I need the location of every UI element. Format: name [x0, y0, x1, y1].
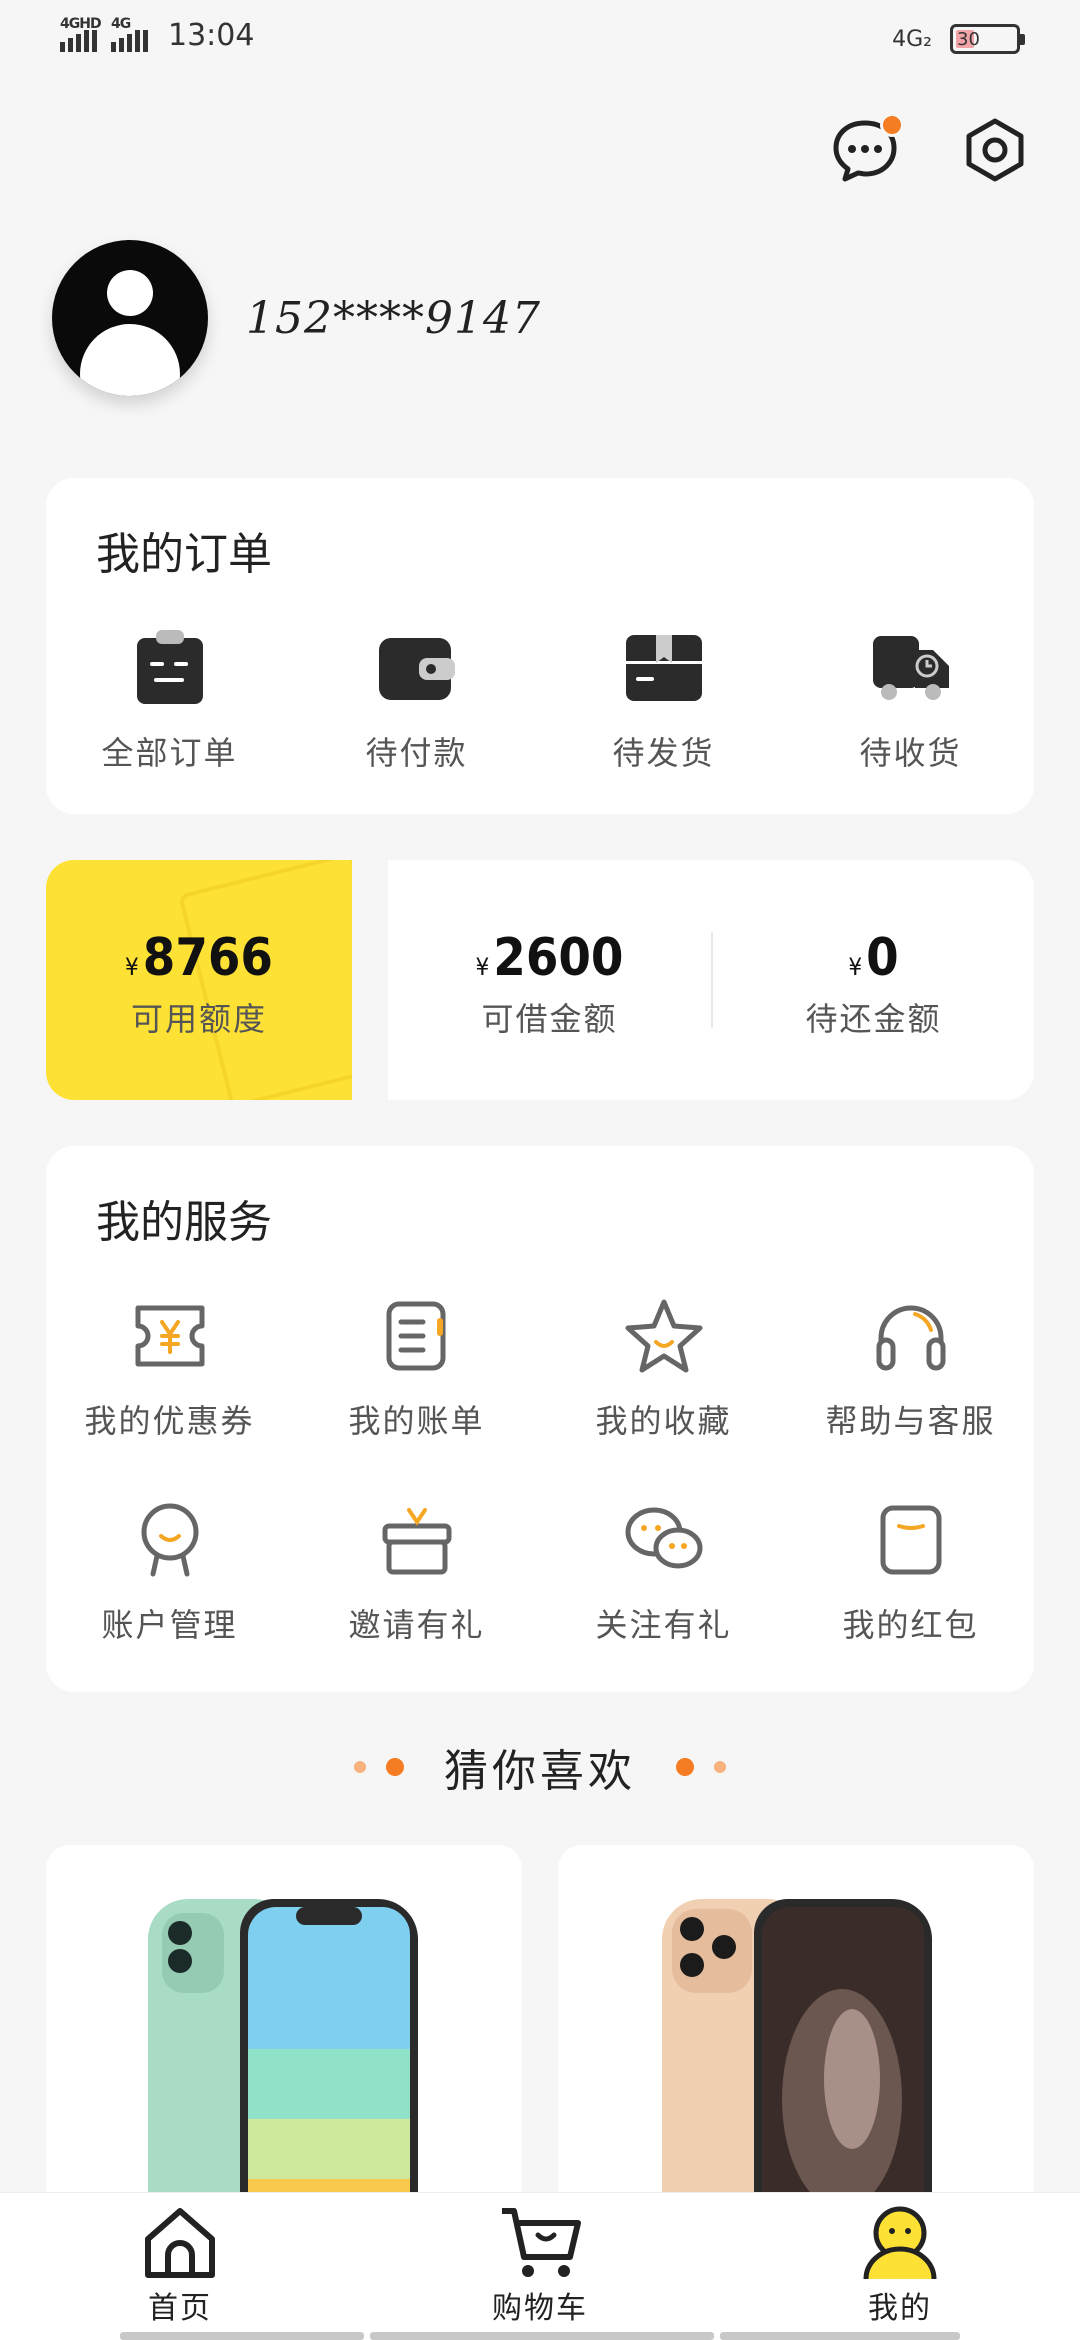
recommend-title: 猜你喜欢 [444, 1746, 636, 1797]
red-packet-icon [880, 1505, 941, 1575]
decor-dot [354, 1761, 366, 1773]
coupon-icon [135, 1305, 204, 1367]
product-card[interactable] [46, 1845, 522, 2245]
orders-card: 我的订单 全部订单 待付款 待发货 待收货 [46, 478, 1034, 814]
order-to-ship[interactable]: 待发货 [540, 626, 787, 774]
tab-profile-label: 我的 [868, 2291, 932, 2326]
signal-icon: 4GHD [60, 16, 102, 52]
gift-icon [382, 1508, 451, 1575]
message-badge [880, 113, 904, 137]
tab-cart-label: 购物车 [492, 2291, 588, 2326]
order-to-receive[interactable]: 待收货 [787, 626, 1034, 774]
signal-icon-2: 4G [111, 16, 148, 52]
available-credit-number: 8766 [142, 928, 273, 988]
service-coupons[interactable]: 我的优惠券 [46, 1294, 293, 1442]
network-label-2: 4G [111, 15, 131, 32]
to-repay-value: ¥0 [848, 928, 898, 988]
wechat-icon [625, 1507, 702, 1569]
tab-home[interactable]: 首页 [90, 2205, 270, 2327]
home-icon [145, 2208, 215, 2278]
status-bar: 4GHD 4G 13:04 4G₂ 30 [0, 0, 1080, 80]
service-bills-label: 我的账单 [348, 1402, 485, 1440]
service-red-packet[interactable]: 我的红包 [787, 1498, 1034, 1646]
to-repay-label: 待还金额 [805, 1000, 942, 1038]
service-account-label: 账户管理 [101, 1606, 238, 1644]
service-coupons-label: 我的优惠券 [84, 1402, 255, 1440]
to-repay-amount[interactable]: ¥0 待还金额 [713, 928, 1034, 1040]
currency-symbol: ¥ [848, 953, 863, 981]
order-to-receive-label: 待收货 [859, 734, 962, 772]
cart-icon [502, 2208, 581, 2277]
avatar[interactable] [52, 240, 208, 396]
service-invite-label: 邀请有礼 [348, 1606, 485, 1644]
recommend-header: 猜你喜欢 [0, 1735, 1080, 1799]
service-help-label: 帮助与客服 [825, 1402, 996, 1440]
service-red-packet-label: 我的红包 [842, 1606, 979, 1644]
service-account[interactable]: 账户管理 [46, 1498, 293, 1646]
borrowable-value: ¥2600 [476, 928, 624, 988]
settings-button[interactable] [960, 115, 1030, 185]
loan-summary-card: ¥2600 可借金额 ¥0 待还金额 [388, 860, 1034, 1100]
services-title: 我的服务 [96, 1197, 272, 1248]
service-favorites[interactable]: 我的收藏 [540, 1294, 787, 1442]
hexagon-settings-icon [966, 118, 1024, 182]
user-phone: 152****9147 [246, 292, 541, 344]
battery-icon: 30 [950, 24, 1025, 54]
truck-icon [872, 636, 949, 700]
decor-dot [386, 1758, 404, 1776]
tab-home-label: 首页 [148, 2291, 212, 2326]
currency-symbol: ¥ [475, 953, 490, 981]
headset-icon [876, 1305, 945, 1371]
bill-icon [386, 1301, 445, 1371]
to-repay-number: 0 [866, 928, 899, 988]
available-credit-label: 可用额度 [130, 1000, 267, 1038]
available-credit-value: ¥8766 [125, 928, 273, 988]
profile-header[interactable]: 152****9147 [52, 240, 541, 396]
service-follow-label: 关注有礼 [595, 1606, 732, 1644]
network-label-right: 4G₂ [892, 26, 932, 52]
product-card[interactable] [558, 1845, 1034, 2245]
orders-title: 我的订单 [96, 529, 272, 580]
service-follow[interactable]: 关注有礼 [540, 1498, 787, 1646]
borrowable-amount[interactable]: ¥2600 可借金额 [388, 928, 711, 1040]
service-bills[interactable]: 我的账单 [293, 1294, 540, 1442]
services-card: 我的服务 我的优惠券 我的账单 我的收藏 帮助与客服 账户管理 邀请有礼 关注有… [46, 1146, 1034, 1692]
tab-cart[interactable]: 购物车 [450, 2205, 630, 2327]
message-button[interactable] [830, 113, 904, 185]
clock: 13:04 [168, 18, 255, 53]
battery-level: 30 [957, 28, 980, 50]
service-favorites-label: 我的收藏 [595, 1402, 732, 1440]
bottom-tab-bar: 首页 购物车 我的 [0, 2192, 1080, 2340]
order-to-ship-label: 待发货 [612, 734, 715, 772]
decor-dot [676, 1758, 694, 1776]
decor-dot [714, 1761, 726, 1773]
order-all-label: 全部订单 [101, 734, 238, 772]
service-help[interactable]: 帮助与客服 [787, 1294, 1034, 1442]
account-icon [141, 1503, 198, 1577]
profile-icon [863, 2206, 937, 2280]
clipboard-icon [136, 630, 203, 704]
order-all[interactable]: 全部订单 [46, 626, 293, 774]
tab-profile[interactable]: 我的 [810, 2205, 990, 2327]
box-icon [625, 635, 702, 701]
currency-symbol: ¥ [125, 953, 139, 981]
wallet-icon [378, 638, 455, 700]
order-unpaid[interactable]: 待付款 [293, 626, 540, 774]
system-nav-indicator [0, 2332, 1080, 2340]
borrowable-label: 可借金额 [481, 1000, 618, 1038]
order-unpaid-label: 待付款 [365, 734, 468, 772]
service-invite[interactable]: 邀请有礼 [293, 1498, 540, 1646]
available-credit-card[interactable]: ¥8766 可用额度 [46, 860, 352, 1100]
star-icon [625, 1299, 702, 1373]
network-label-1: 4GHD [60, 15, 102, 32]
borrowable-number: 2600 [493, 928, 624, 988]
